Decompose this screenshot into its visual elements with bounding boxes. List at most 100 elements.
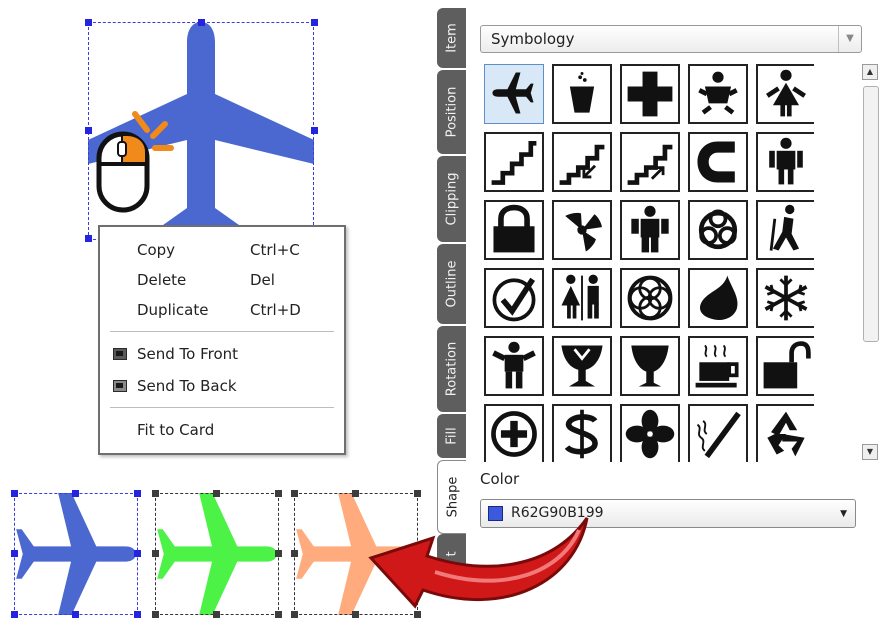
menu-item-shortcut: Del xyxy=(250,271,275,289)
symbol-cell[interactable] xyxy=(688,404,748,462)
resize-handle[interactable] xyxy=(134,611,141,618)
menu-item-send-to-front[interactable]: Send To Front xyxy=(100,339,344,369)
symbol-cell[interactable] xyxy=(688,200,748,260)
tab-fill[interactable]: Fill xyxy=(437,414,467,458)
resize-handle[interactable] xyxy=(198,19,205,26)
scroll-up-button[interactable]: ▲ xyxy=(862,64,878,80)
resize-handle[interactable] xyxy=(11,490,18,497)
symbol-cell[interactable] xyxy=(620,200,680,260)
dropdown-value: Symbology xyxy=(491,30,575,48)
magnet-icon xyxy=(697,141,735,183)
chevron-down-icon: ▼ xyxy=(840,509,847,519)
symbol-cell[interactable] xyxy=(756,132,814,192)
menu-separator xyxy=(110,407,334,408)
symbol-cell[interactable] xyxy=(484,268,544,328)
resize-handle[interactable] xyxy=(291,490,298,497)
resize-handle[interactable] xyxy=(291,550,298,557)
tab-outline[interactable]: Outline xyxy=(437,244,467,324)
symbol-category-dropdown[interactable]: Symbology ▼ xyxy=(480,25,862,53)
resize-handle[interactable] xyxy=(85,235,92,242)
resize-handle[interactable] xyxy=(152,611,159,618)
resize-handle[interactable] xyxy=(213,611,220,618)
stairs-down-icon xyxy=(559,144,605,185)
menu-item-label: Duplicate xyxy=(137,301,209,319)
coffee-cup-icon xyxy=(695,344,739,388)
resize-handle[interactable] xyxy=(11,550,18,557)
symbol-cell[interactable] xyxy=(620,64,680,124)
symbol-cell[interactable] xyxy=(756,336,814,396)
recycle-icon xyxy=(767,411,805,457)
symbol-cell[interactable] xyxy=(552,200,612,260)
symbol-cell[interactable] xyxy=(756,64,814,124)
resize-handle[interactable] xyxy=(275,550,282,557)
menu-item-send-to-back[interactable]: Send To Back xyxy=(100,371,344,401)
resize-handle[interactable] xyxy=(275,490,282,497)
resize-handle[interactable] xyxy=(311,127,318,134)
resize-handle[interactable] xyxy=(11,611,18,618)
tab-position[interactable]: Position xyxy=(437,70,467,154)
drop-icon xyxy=(700,275,738,320)
tab-clipping[interactable]: Clipping xyxy=(437,156,467,242)
padlock-icon xyxy=(493,204,535,253)
symbol-cell[interactable] xyxy=(484,404,544,462)
resize-handle[interactable] xyxy=(352,490,359,497)
resize-handle[interactable] xyxy=(134,550,141,557)
glass-icon xyxy=(631,345,669,387)
symbol-cell[interactable] xyxy=(484,200,544,260)
menu-item-duplicate[interactable]: Duplicate Ctrl+D xyxy=(100,295,344,325)
chevron-down-icon: ▼ xyxy=(838,26,861,52)
symbol-cell[interactable] xyxy=(756,268,814,328)
resize-handle[interactable] xyxy=(72,611,79,618)
wine-glass-icon xyxy=(561,345,603,387)
symbol-cell[interactable] xyxy=(552,404,612,462)
resize-handle[interactable] xyxy=(291,611,298,618)
menu-item-delete[interactable]: Delete Del xyxy=(100,265,344,295)
menu-item-shortcut: Ctrl+C xyxy=(250,241,300,259)
tab-item[interactable]: Item xyxy=(437,8,467,68)
resize-handle[interactable] xyxy=(352,611,359,618)
resize-handle[interactable] xyxy=(414,490,421,497)
symbol-cell[interactable] xyxy=(552,268,612,328)
symbol-grid-scrollbar[interactable]: ▲ ▼ xyxy=(862,64,880,462)
hiker-icon xyxy=(769,204,800,251)
plus-circle-icon xyxy=(491,411,537,457)
woman-restroom-icon xyxy=(766,69,806,117)
resize-handle[interactable] xyxy=(311,19,318,26)
symbol-cell[interactable] xyxy=(552,336,612,396)
symbol-cell[interactable] xyxy=(620,404,680,462)
symbol-cell[interactable] xyxy=(688,336,748,396)
scroll-down-button[interactable]: ▼ xyxy=(862,444,878,460)
symbol-cell[interactable] xyxy=(484,336,544,396)
resize-handle[interactable] xyxy=(275,611,282,618)
symbol-cell[interactable] xyxy=(552,64,612,124)
symbol-cell[interactable] xyxy=(484,132,544,192)
resize-handle[interactable] xyxy=(152,550,159,557)
tab-label: Clipping xyxy=(444,172,460,226)
resize-handle[interactable] xyxy=(85,19,92,26)
resize-handle[interactable] xyxy=(85,127,92,134)
color-label: Color xyxy=(480,470,520,488)
symbol-cell[interactable] xyxy=(756,404,814,462)
tab-rotation[interactable]: Rotation xyxy=(437,326,467,412)
symbol-cell[interactable] xyxy=(620,336,680,396)
symbol-cell[interactable] xyxy=(688,64,748,124)
resize-handle[interactable] xyxy=(213,490,220,497)
scroll-thumb[interactable] xyxy=(863,86,879,342)
fan-icon xyxy=(625,409,675,459)
person-icon xyxy=(631,205,669,253)
symbol-cell[interactable] xyxy=(620,132,680,192)
mouse-right-click-icon xyxy=(96,111,174,213)
symbol-cell[interactable] xyxy=(484,64,544,124)
resize-handle[interactable] xyxy=(134,490,141,497)
ring-knot-icon xyxy=(627,275,673,321)
symbol-cell[interactable] xyxy=(756,200,814,260)
symbol-cell[interactable] xyxy=(688,268,748,328)
menu-item-copy[interactable]: Copy Ctrl+C xyxy=(100,235,344,265)
symbol-cell[interactable] xyxy=(620,268,680,328)
context-menu: Copy Ctrl+C Delete Del Duplicate Ctrl+D … xyxy=(98,225,346,455)
resize-handle[interactable] xyxy=(152,490,159,497)
symbol-cell[interactable] xyxy=(688,132,748,192)
resize-handle[interactable] xyxy=(72,490,79,497)
symbol-cell[interactable] xyxy=(552,132,612,192)
menu-item-fit-to-card[interactable]: Fit to Card xyxy=(100,415,344,445)
